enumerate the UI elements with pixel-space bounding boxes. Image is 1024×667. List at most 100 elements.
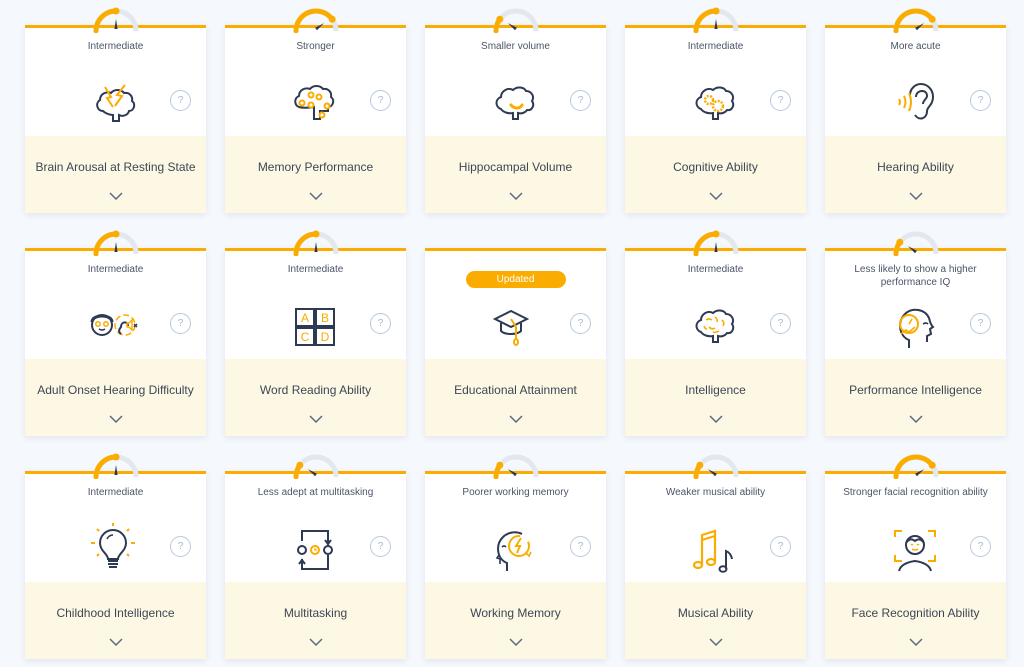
trait-card-educational-attainment[interactable]: ? Educational Attainment Updated <box>425 248 606 436</box>
chevron-down-icon[interactable] <box>708 192 723 200</box>
chevron-down-icon[interactable] <box>708 638 723 646</box>
status-text: Less adept at multitasking <box>257 487 374 498</box>
help-button[interactable]: ? <box>770 90 791 111</box>
trait-card-adult-onset-hearing-difficulty[interactable]: Intermediate ? Adult Onset Hearing Diffi… <box>25 230 206 436</box>
status-text: Weaker musical ability <box>665 487 766 498</box>
help-button[interactable]: ? <box>970 536 991 557</box>
trait-card-multitasking[interactable]: Less adept at multitasking ? Multitaskin… <box>225 454 406 659</box>
gauge-icon <box>93 230 138 256</box>
trait-card-cognitive-ability[interactable]: Intermediate ? Cognitive Ability <box>625 7 806 213</box>
card-footer[interactable]: Educational Attainment <box>425 359 606 436</box>
gauge-icon <box>493 8 538 33</box>
help-button[interactable]: ? <box>570 90 591 111</box>
card-footer[interactable]: Adult Onset Hearing Difficulty <box>25 359 206 436</box>
chevron-down-icon[interactable] <box>108 638 123 646</box>
help-button[interactable]: ? <box>370 90 391 111</box>
help-button[interactable]: ? <box>970 313 991 334</box>
gauge-icon <box>893 8 938 33</box>
card-title: Cognitive Ability <box>673 160 758 174</box>
trait-card-brain-arousal-at-resting-state[interactable]: Intermediate ? Brain Arousal at Resting … <box>25 7 206 213</box>
ear-soundwave-icon <box>885 73 945 128</box>
card-title: Musical Ability <box>677 606 754 620</box>
brain-circuit-icon <box>285 73 345 128</box>
head-lightning-icon <box>485 519 545 574</box>
status-text: Stronger <box>296 41 335 52</box>
chevron-down-icon[interactable] <box>108 192 123 200</box>
help-button[interactable]: ? <box>170 536 191 557</box>
help-button[interactable]: ? <box>970 90 991 111</box>
svg-text:B: B <box>321 311 329 325</box>
card-footer[interactable]: Brain Arousal at Resting State <box>25 136 206 213</box>
music-notes-icon <box>685 519 745 574</box>
help-button[interactable]: ? <box>370 313 391 334</box>
chevron-down-icon[interactable] <box>108 415 123 423</box>
svg-text:C: C <box>301 330 310 344</box>
graduation-cap-icon <box>485 296 545 351</box>
status-text: Intermediate <box>87 41 144 52</box>
card-title: Performance Intelligence <box>849 383 982 397</box>
trait-card-hippocampal-volume[interactable]: Smaller volume ? Hippocampal Volume <box>425 8 606 213</box>
chevron-down-icon[interactable] <box>508 192 523 200</box>
help-button[interactable]: ? <box>570 313 591 334</box>
brain-icon <box>685 296 745 351</box>
trait-card-memory-performance[interactable]: Stronger ? Memory Performance <box>225 8 406 213</box>
trait-card-word-reading-ability[interactable]: Intermediate ABCD ? Word Reading Ability <box>225 230 406 436</box>
chevron-down-icon[interactable] <box>308 638 323 646</box>
help-button[interactable]: ? <box>170 313 191 334</box>
chevron-down-icon[interactable] <box>708 415 723 423</box>
head-speedometer-icon <box>885 296 945 351</box>
status-text: Stronger facial recognition ability <box>843 487 988 498</box>
card-footer[interactable]: Performance Intelligence <box>825 359 1006 436</box>
card-footer[interactable]: Working Memory <box>425 582 606 659</box>
svg-text:D: D <box>321 330 330 344</box>
card-footer[interactable]: Musical Ability <box>625 582 806 659</box>
card-footer[interactable]: Intelligence <box>625 359 806 436</box>
trait-card-musical-ability[interactable]: Weaker musical ability ? Musical Ability <box>625 454 806 659</box>
help-button[interactable]: ? <box>370 536 391 557</box>
brain-hippocampus-icon <box>485 73 545 128</box>
trait-card-face-recognition-ability[interactable]: Stronger facial recognition ability ? Fa… <box>825 454 1006 659</box>
card-footer[interactable]: Hippocampal Volume <box>425 136 606 213</box>
trait-card-working-memory[interactable]: Poorer working memory ? Working Memory <box>425 454 606 659</box>
card-title: Hearing Ability <box>877 160 954 174</box>
help-button[interactable]: ? <box>770 536 791 557</box>
lightbulb-icon <box>85 519 145 574</box>
brain-gears-icon <box>685 73 745 128</box>
status-text: More acute <box>890 41 941 52</box>
card-title: Memory Performance <box>257 160 374 174</box>
trait-card-performance-intelligence[interactable]: Less likely to show a higher performance… <box>825 231 1006 436</box>
card-title: Childhood Intelligence <box>56 606 175 620</box>
card-footer[interactable]: Multitasking <box>225 582 406 659</box>
trait-card-childhood-intelligence[interactable]: Intermediate ? Childhood Intelligence <box>25 453 206 659</box>
svg-text:A: A <box>301 311 309 325</box>
trait-card-hearing-ability[interactable]: More acute ? Hearing Ability <box>825 8 1006 213</box>
chevron-down-icon[interactable] <box>908 638 923 646</box>
card-footer[interactable]: Childhood Intelligence <box>25 582 206 659</box>
chevron-down-icon[interactable] <box>308 415 323 423</box>
card-footer[interactable]: Hearing Ability <box>825 136 1006 213</box>
card-footer[interactable]: Memory Performance <box>225 136 406 213</box>
status-text: Intermediate <box>687 41 744 52</box>
updated-badge: Updated <box>465 271 566 288</box>
status-text: Poorer working memory <box>462 487 569 498</box>
trait-card-intelligence[interactable]: Intermediate ? Intelligence <box>625 230 806 436</box>
card-footer[interactable]: Face Recognition Ability <box>825 582 1006 659</box>
gauge-icon <box>293 8 338 33</box>
status-text: Less likely to show a higher performance… <box>854 264 977 288</box>
chevron-down-icon[interactable] <box>508 638 523 646</box>
abcd-blocks-icon: ABCD <box>285 296 345 351</box>
chevron-down-icon[interactable] <box>908 192 923 200</box>
card-title: Face Recognition Ability <box>851 606 980 620</box>
card-footer[interactable]: Cognitive Ability <box>625 136 806 213</box>
help-button[interactable]: ? <box>770 313 791 334</box>
gauge-icon <box>293 230 338 256</box>
help-button[interactable]: ? <box>170 90 191 111</box>
elder-hearing-loss-icon <box>85 296 145 351</box>
card-footer[interactable]: Word Reading Ability <box>225 359 406 436</box>
help-button[interactable]: ? <box>570 536 591 557</box>
chevron-down-icon[interactable] <box>908 415 923 423</box>
chevron-down-icon[interactable] <box>508 415 523 423</box>
chevron-down-icon[interactable] <box>308 192 323 200</box>
multitask-cycle-icon <box>285 519 345 574</box>
card-title: Intelligence <box>685 383 746 397</box>
